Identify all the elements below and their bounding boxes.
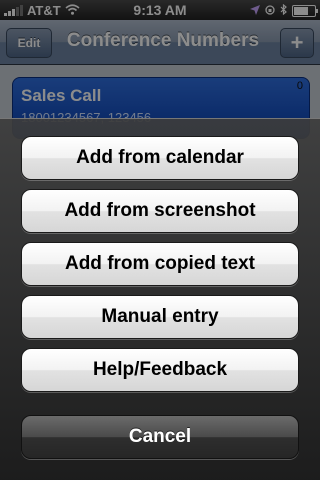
manual-entry-button[interactable]: Manual entry: [21, 295, 299, 339]
add-from-screenshot-button[interactable]: Add from screenshot: [21, 189, 299, 233]
cancel-button[interactable]: Cancel: [21, 415, 299, 459]
add-from-copied-text-button[interactable]: Add from copied text: [21, 242, 299, 286]
add-from-calendar-button[interactable]: Add from calendar: [21, 136, 299, 180]
phone-screen: AT&T 9:13 AM Edit Conference Numbers + S…: [0, 0, 320, 480]
action-sheet: Add from calendar Add from screenshot Ad…: [0, 118, 320, 480]
help-feedback-button[interactable]: Help/Feedback: [21, 348, 299, 392]
